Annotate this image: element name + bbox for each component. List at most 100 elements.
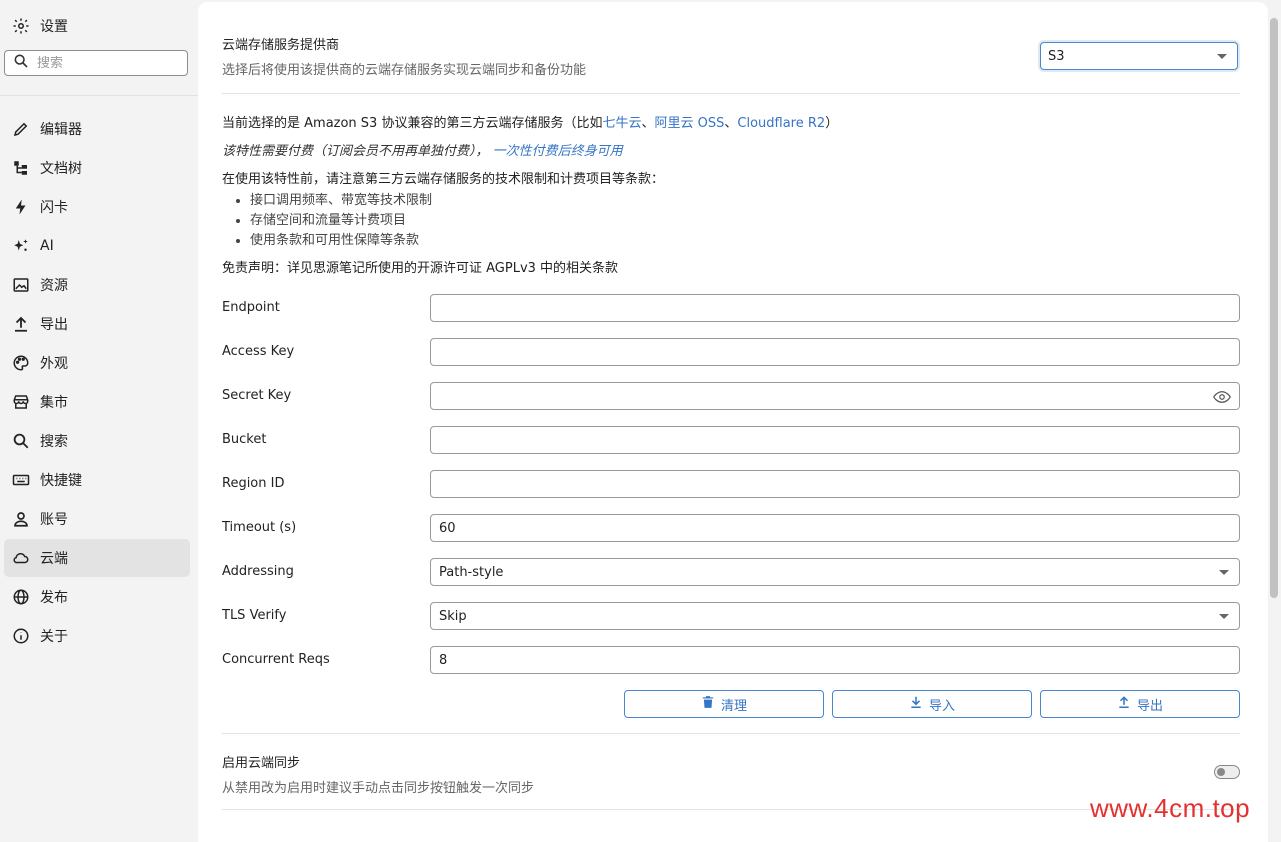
purge-button[interactable]: 清理 [624,690,824,718]
timeout-input[interactable]: 60 [430,514,1240,542]
user-icon [12,510,30,528]
concurrent-label: Concurrent Reqs [222,652,330,667]
bucket-row: Bucket [222,426,1240,454]
sidebar-item-publish[interactable]: 发布 [4,578,190,616]
chevron-down-icon [1217,54,1227,59]
sidebar-item-label: AI [40,238,54,254]
endpoint-input[interactable] [430,294,1240,322]
payment-line: 该特性需要付费（订阅会员不用再单独付费）， 一次性付费后终身可用 [222,140,1240,159]
access-key-row: Access Key [222,338,1240,366]
chevron-down-icon [1219,570,1229,575]
sidebar-item-label: 文档树 [40,161,82,177]
sidebar-item-about[interactable]: 关于 [4,617,190,655]
list-item: 接口调用频率、带宽等技术限制 [250,191,1240,211]
cloud-sync-toggle[interactable] [1214,765,1240,779]
settings-panel: 云端存储服务提供商 选择后将使用该提供商的云端存储服务实现云端同步和备份功能 S… [198,2,1268,842]
sidebar-item-search[interactable]: 搜索 [4,422,190,460]
cloud-sync-title: 启用云端同步 [222,756,301,771]
lightning-icon [12,198,30,216]
sidebar-item-cloud[interactable]: 云端 [4,539,190,577]
sidebar-item-label: 发布 [40,590,68,606]
current-provider-line: 当前选择的是 Amazon S3 协议兼容的第三方云端存储服务（比如七牛云、阿里… [222,112,1240,131]
addressing-row: Addressing Path-style [222,558,1240,586]
sidebar-item-account[interactable]: 账号 [4,500,190,538]
export-button[interactable]: 导出 [1040,690,1240,718]
link-qiniu[interactable]: 七牛云 [602,116,641,131]
concurrent-row: Concurrent Reqs 8 [222,646,1240,674]
sidebar-nav: 编辑器 文档树 闪卡 AI 资源 导出 外观 集市 搜索 快捷键 账号 云端 发… [4,110,190,656]
s3-info: 当前选择的是 Amazon S3 协议兼容的第三方云端存储服务（比如七牛云、阿里… [222,112,1240,276]
disclaimer-text: 免责声明：详见思源笔记所使用的开源许可证 AGPLv3 中的相关条款 [222,261,619,276]
addressing-value: Path-style [439,564,504,580]
sidebar-item-editor[interactable]: 编辑器 [4,110,190,148]
export-button-label: 导出 [1136,698,1163,714]
endpoint-label: Endpoint [222,300,280,315]
sidebar-item-appearance[interactable]: 外观 [4,344,190,382]
notice-text: 在使用该特性前，请注意第三方云端存储服务的技术限制和计费项目等条款： [222,172,665,187]
payment-text: 该特性需要付费（订阅会员不用再单独付费）， [222,144,489,159]
settings-title-label: 设置 [40,19,68,35]
sidebar-search[interactable] [4,50,188,76]
sidebar-item-label: 资源 [40,278,68,294]
chevron-down-icon [1219,614,1229,619]
sidebar-item-flashcard[interactable]: 闪卡 [4,188,190,226]
link-cloudflare-r2[interactable]: Cloudflare R2 [737,116,825,131]
timeout-label: Timeout (s) [222,520,297,535]
addressing-select[interactable]: Path-style [430,558,1240,586]
tls-label: TLS Verify [222,608,287,623]
upload-icon [12,315,30,333]
timeout-row: Timeout (s) 60 [222,514,1240,542]
sidebar-item-doctree[interactable]: 文档树 [4,149,190,187]
addressing-label: Addressing [222,564,294,579]
divider [222,733,1240,734]
endpoint-row: Endpoint [222,294,1240,322]
scrollbar[interactable] [1270,18,1278,598]
sparkle-icon [12,237,30,255]
sidebar-item-label: 集市 [40,395,68,411]
region-input[interactable] [430,470,1240,498]
tls-row: TLS Verify Skip [222,602,1240,630]
sidebar-item-label: 关于 [40,629,68,645]
store-icon [12,393,30,411]
payment-link[interactable]: 一次性付费后终身可用 [493,144,623,159]
provider-select-value: S3 [1048,48,1065,64]
download-icon [909,695,923,713]
import-button[interactable]: 导入 [832,690,1032,718]
sidebar-search-input[interactable] [37,55,177,71]
access-key-input[interactable] [430,338,1240,366]
concurrent-input[interactable]: 8 [430,646,1240,674]
sidebar-item-label: 导出 [40,317,68,333]
list-item: 使用条款和可用性保障等条款 [250,231,1240,251]
watermark: www.4cm.top [1090,793,1251,823]
secret-key-input[interactable] [430,382,1240,410]
bucket-input[interactable] [430,426,1240,454]
link-aliyun-oss[interactable]: 阿里云 OSS [655,116,725,131]
sidebar-item-label: 云端 [40,551,68,567]
sidebar-item-label: 账号 [40,512,68,528]
secret-key-row: Secret Key [222,382,1240,410]
sidebar-item-assets[interactable]: 资源 [4,266,190,304]
trash-icon [701,695,715,713]
gear-icon [12,17,30,35]
sidebar-item-label: 编辑器 [40,122,82,138]
tls-select[interactable]: Skip [430,602,1240,630]
divider [222,809,1240,810]
sidebar-item-label: 闪卡 [40,200,68,216]
tls-value: Skip [439,608,467,624]
palette-icon [12,354,30,372]
bucket-label: Bucket [222,432,267,447]
separator: 、 [724,116,738,131]
sidebar-item-export[interactable]: 导出 [4,305,190,343]
eye-icon[interactable] [1213,389,1231,405]
sidebar-item-ai[interactable]: AI [4,227,190,265]
provider-select[interactable]: S3 [1040,42,1238,70]
cloud-sync-row: 启用云端同步 从禁用改为启用时建议手动点击同步按钮触发一次同步 [222,752,1240,796]
secret-key-label: Secret Key [222,388,292,403]
purge-button-label: 清理 [720,698,747,714]
sidebar-item-bazaar[interactable]: 集市 [4,383,190,421]
sidebar-item-keymap[interactable]: 快捷键 [4,461,190,499]
divider [222,93,1240,94]
cloud-icon [12,549,30,567]
sidebar-item-label: 搜索 [40,434,68,450]
keyboard-icon [12,471,30,489]
